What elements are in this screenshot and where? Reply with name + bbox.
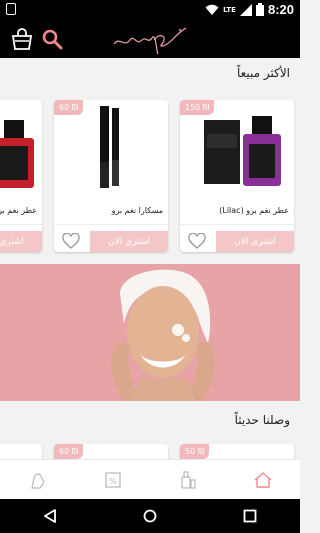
main-content: الأكثر مبيعاً 150 ₪ عطر نغم برو (Lilac) … (0, 58, 300, 459)
product-card[interactable]: عطر نغم برو اشتري الان (0, 100, 42, 252)
mascara-image (100, 106, 119, 188)
card-divider (180, 224, 294, 225)
best-sellers-title: الأكثر مبيعاً (236, 66, 290, 80)
product-card[interactable]: 50 ₪ (180, 444, 294, 459)
wifi-icon (205, 4, 219, 15)
bottles-icon (180, 470, 196, 489)
perfume-red-image (0, 120, 34, 188)
promo-banner[interactable] (0, 264, 300, 401)
product-name: مسكارا نغم برو (111, 206, 163, 215)
card-divider (0, 224, 42, 225)
product-image[interactable] (180, 100, 294, 202)
new-arrivals-title: وصلنا حديثاً (234, 413, 290, 427)
perfume-lilac-image (204, 116, 281, 186)
price-tag: 60 ₪ (54, 100, 83, 115)
home-circle-icon[interactable] (143, 509, 157, 523)
back-icon[interactable] (43, 509, 57, 523)
sd-card-icon (6, 3, 16, 15)
brand-logo (113, 27, 187, 55)
product-card[interactable]: 150 ₪ عطر نغم برو (Lilac) اشتري الان (180, 100, 294, 252)
coupon-icon: % (104, 471, 121, 488)
price-tag: 150 ₪ (180, 100, 215, 115)
nav-item-offers[interactable]: % (93, 465, 133, 495)
signal-icon (239, 3, 252, 16)
network-type: LTE (223, 5, 236, 14)
product-card[interactable]: 60 ₪ (54, 444, 168, 459)
product-name: عطر نغم برو (0, 206, 37, 215)
product-card[interactable]: 60 ₪ مسكارا نغم برو اشتري الان (54, 100, 168, 252)
product-name: عطر نغم برو (Lilac) (219, 206, 289, 215)
search-icon[interactable] (41, 28, 63, 50)
nav-item-hand-care[interactable] (18, 465, 58, 495)
card-divider (54, 224, 168, 225)
battery-icon (255, 3, 264, 16)
hand-cream-icon (30, 472, 45, 489)
heart-icon[interactable] (62, 233, 80, 249)
nav-item-products[interactable] (168, 465, 208, 495)
price-tag: 50 ₪ (180, 444, 209, 459)
product-card[interactable] (0, 444, 42, 459)
bottom-navigation: % (0, 459, 300, 499)
buy-now-button[interactable]: اشتري الان (90, 231, 168, 252)
price-tag: 60 ₪ (54, 444, 83, 459)
banner-model-image (0, 264, 300, 401)
product-image[interactable] (54, 100, 168, 202)
heart-icon[interactable] (188, 233, 206, 249)
buy-now-button[interactable]: اشتري الان (0, 231, 42, 252)
app-bar (0, 20, 300, 58)
clock: 8:20 (267, 2, 294, 17)
buy-now-button[interactable]: اشتري الان (216, 231, 294, 252)
recents-icon[interactable] (243, 509, 257, 523)
status-bar: LTE 8:20 (0, 0, 300, 20)
product-image[interactable] (0, 100, 42, 202)
shopping-bag-icon[interactable] (10, 27, 34, 51)
system-navigation (0, 499, 300, 533)
home-icon (254, 471, 271, 488)
svg-text:%: % (109, 477, 117, 486)
nav-item-home[interactable] (243, 465, 283, 495)
